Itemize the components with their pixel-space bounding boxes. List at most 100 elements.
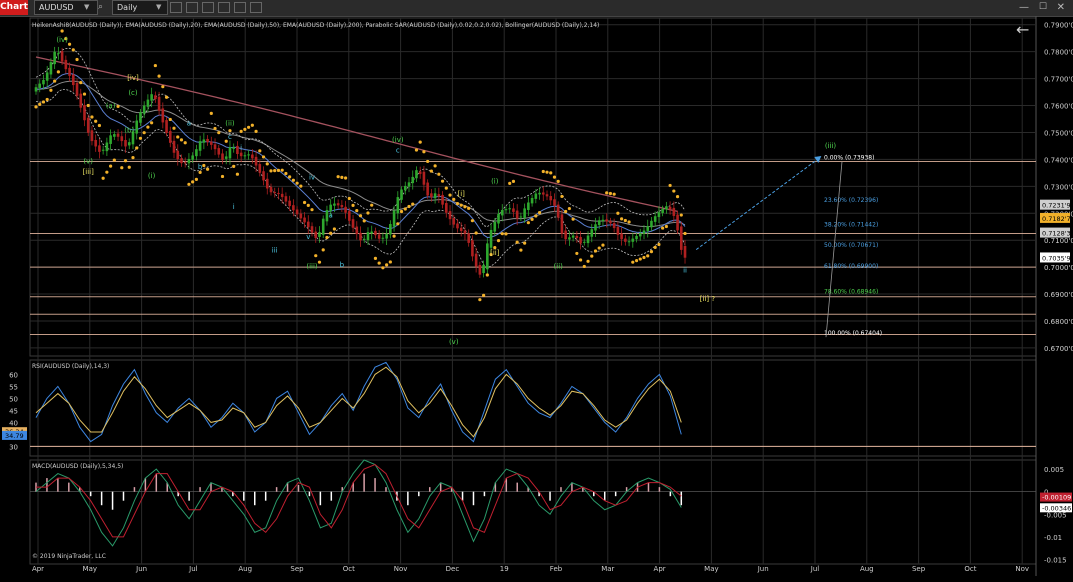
sar-dot (261, 155, 266, 159)
sar-dot (306, 203, 310, 208)
sar-dot (467, 206, 471, 210)
candle-body (333, 203, 336, 206)
sar-dot (135, 146, 139, 150)
sar-dot (672, 189, 676, 193)
candle-body (445, 203, 448, 213)
sar-dot (537, 210, 542, 215)
candle-body (646, 226, 650, 232)
candle-body (161, 108, 165, 123)
maximize-icon[interactable]: ☐ (1039, 0, 1047, 15)
wave-label: [ii] ? (700, 295, 716, 303)
candle-body (605, 219, 608, 222)
sar-dot (198, 170, 202, 175)
sar-dot (179, 138, 184, 142)
candle-body (672, 207, 676, 216)
wave-label: [iii] (83, 168, 95, 176)
candle-body (165, 120, 168, 134)
candle-body (665, 206, 668, 210)
candle-body (668, 206, 672, 210)
chevron-down-icon[interactable]: ▼ (84, 0, 89, 15)
sar-dot (500, 232, 504, 236)
sar-dot (437, 172, 441, 176)
sar-dot (213, 126, 217, 131)
sar-dot (444, 186, 448, 190)
minimize-icon[interactable]: — (1019, 0, 1029, 15)
sar-dot (452, 197, 456, 201)
sar-dot (325, 235, 329, 240)
y-tick-label: 0.6900'0 (1044, 291, 1073, 299)
instrument-search-icon[interactable]: ⌕ (98, 0, 108, 15)
sar-dot (448, 193, 452, 197)
drawing-tool-icon[interactable] (186, 2, 198, 13)
candle-body (273, 192, 277, 194)
wave-label: b (198, 163, 203, 171)
sar-dot (463, 205, 467, 209)
candle-body (568, 237, 571, 240)
candle-body (556, 204, 560, 218)
sar-dot (205, 167, 210, 171)
indicators-icon[interactable] (218, 2, 230, 13)
properties-icon[interactable] (250, 2, 262, 13)
candle-body (575, 235, 579, 239)
sar-dot (258, 149, 262, 153)
candle-body (430, 193, 433, 198)
candle-body (284, 196, 288, 202)
candle-body (351, 219, 355, 228)
candle-body (590, 229, 594, 237)
candle-body (176, 150, 180, 160)
sar-dot (593, 249, 598, 253)
wave-label: (i) (491, 178, 499, 186)
candle-body (459, 227, 463, 232)
chevron-down-icon[interactable]: ▼ (156, 0, 161, 15)
sar-dot (608, 191, 613, 196)
candle-body (482, 264, 485, 274)
y-tick-label: 0.7600'0 (1044, 103, 1073, 111)
wave-label: [i] (458, 190, 466, 198)
sar-dot (552, 175, 557, 179)
back-arrow-icon[interactable]: ← (1016, 20, 1029, 39)
candle-body (433, 193, 437, 199)
candle-body (467, 233, 470, 243)
sar-dot (485, 273, 489, 277)
candle-body (116, 133, 120, 137)
fib-level-label: 78.60% (0.68946) (824, 288, 878, 295)
candle-body (493, 221, 497, 232)
rsi-tick-label: 30 (9, 443, 18, 451)
sar-dot (586, 259, 590, 263)
sar-dot (164, 95, 169, 99)
sar-dot (343, 176, 348, 180)
chart-canvas[interactable]: Apr May Jun Jul Aug Sep Oct Nov Dec 19 Feb Mar Apr Ma… (0, 16, 1073, 582)
candle-body (519, 216, 523, 218)
candle-body (512, 208, 515, 212)
sar-dot (496, 239, 501, 243)
sar-dot (71, 48, 75, 52)
strategies-icon[interactable] (234, 2, 246, 13)
wave-label: i (240, 144, 242, 152)
price-marker-label: 0.7035'9 (1042, 254, 1071, 262)
sar-dot (508, 181, 512, 186)
candle-body (374, 230, 377, 236)
candle-body (355, 226, 359, 235)
close-icon[interactable]: ✕ (1057, 0, 1065, 15)
candle-body (146, 99, 150, 107)
candle-body (437, 194, 441, 197)
sar-dot (470, 219, 475, 223)
candle-body (523, 208, 526, 219)
candle-body (321, 218, 325, 235)
sar-dot (571, 217, 575, 221)
candle-body (403, 185, 407, 191)
chart-tab[interactable]: Chart (0, 0, 28, 15)
sar-dot (631, 260, 635, 264)
candle-body (497, 213, 500, 224)
x-tick-label: Nov (394, 565, 408, 573)
candle-body (489, 229, 493, 248)
chart-style-icon[interactable] (170, 2, 182, 13)
wave-label: i (233, 203, 235, 211)
candle-body (392, 210, 396, 227)
sar-dot (202, 163, 206, 168)
zoom-icon[interactable] (202, 2, 214, 13)
candle-body (609, 221, 612, 224)
candle-body (38, 83, 42, 88)
candle-body (299, 213, 303, 219)
sar-dot (131, 155, 135, 160)
